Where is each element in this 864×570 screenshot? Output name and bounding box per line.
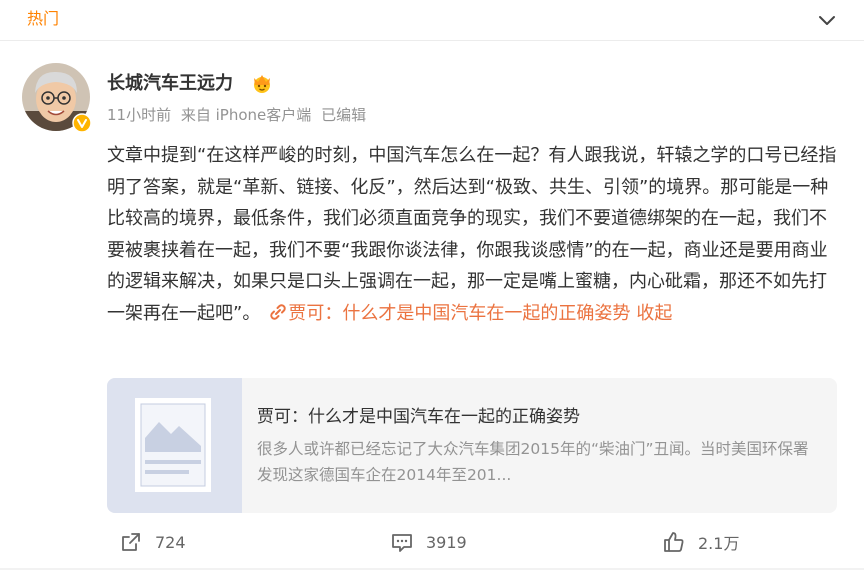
comment-icon [392, 534, 412, 552]
repost-icon [122, 533, 140, 551]
post-meta: 11小时前 来自 iPhone客户端 已编辑 [107, 104, 371, 126]
article-description: 很多人或许都已经忘记了大众汽车集团2015年的“柴油门”丑闻。当时美国环保署发现… [257, 440, 809, 484]
verified-badge-icon [72, 113, 92, 133]
article-link[interactable]: 贾可：什么才是中国汽车在一起的正确姿势 [288, 303, 630, 324]
weibo-post-card: 热门 长城汽车王远力 11小时前 来自 iPhone客户端 已编辑 文章中提到“… [0, 0, 864, 568]
edited-label[interactable]: 已编辑 [321, 106, 366, 124]
section-header: 热门 [0, 0, 864, 41]
link-icon [270, 303, 286, 320]
repost-count: 724 [155, 532, 186, 552]
post-source: 来自 iPhone客户端 [180, 106, 312, 124]
article-card[interactable]: 贾可：什么才是中国汽车在一起的正确姿势 很多人或许都已经忘记了大众汽车集团201… [107, 378, 837, 513]
author-name[interactable]: 长城汽车王远力 [107, 72, 233, 96]
collapse-text-link[interactable]: 收起 [636, 303, 672, 324]
section-label: 热门 [27, 9, 60, 28]
like-button[interactable]: 2.1万 [662, 522, 739, 562]
like-count: 2.1万 [698, 534, 740, 553]
article-title: 贾可：什么才是中国汽车在一起的正确姿势 [257, 407, 580, 427]
post-time[interactable]: 11小时前 [107, 106, 171, 124]
comment-count: 3919 [426, 532, 467, 552]
thumbs-up-icon [664, 532, 684, 552]
post-text: 文章中提到“在这样严峻的时刻，中国汽车怎么在一起？有人跟我说，轩辕之学的口号已经… [107, 140, 837, 329]
action-bar: 724 3919 2.1万 [0, 522, 864, 562]
comment-button[interactable]: 3919 [390, 522, 467, 562]
article-placeholder-icon [107, 378, 242, 513]
post-body: 文章中提到“在这样严峻的时刻，中国汽车怎么在一起？有人跟我说，轩辕之学的口号已经… [107, 145, 837, 324]
crown-icon[interactable] [250, 72, 274, 94]
repost-button[interactable]: 724 [119, 522, 186, 562]
chevron-down-icon[interactable] [816, 9, 838, 31]
